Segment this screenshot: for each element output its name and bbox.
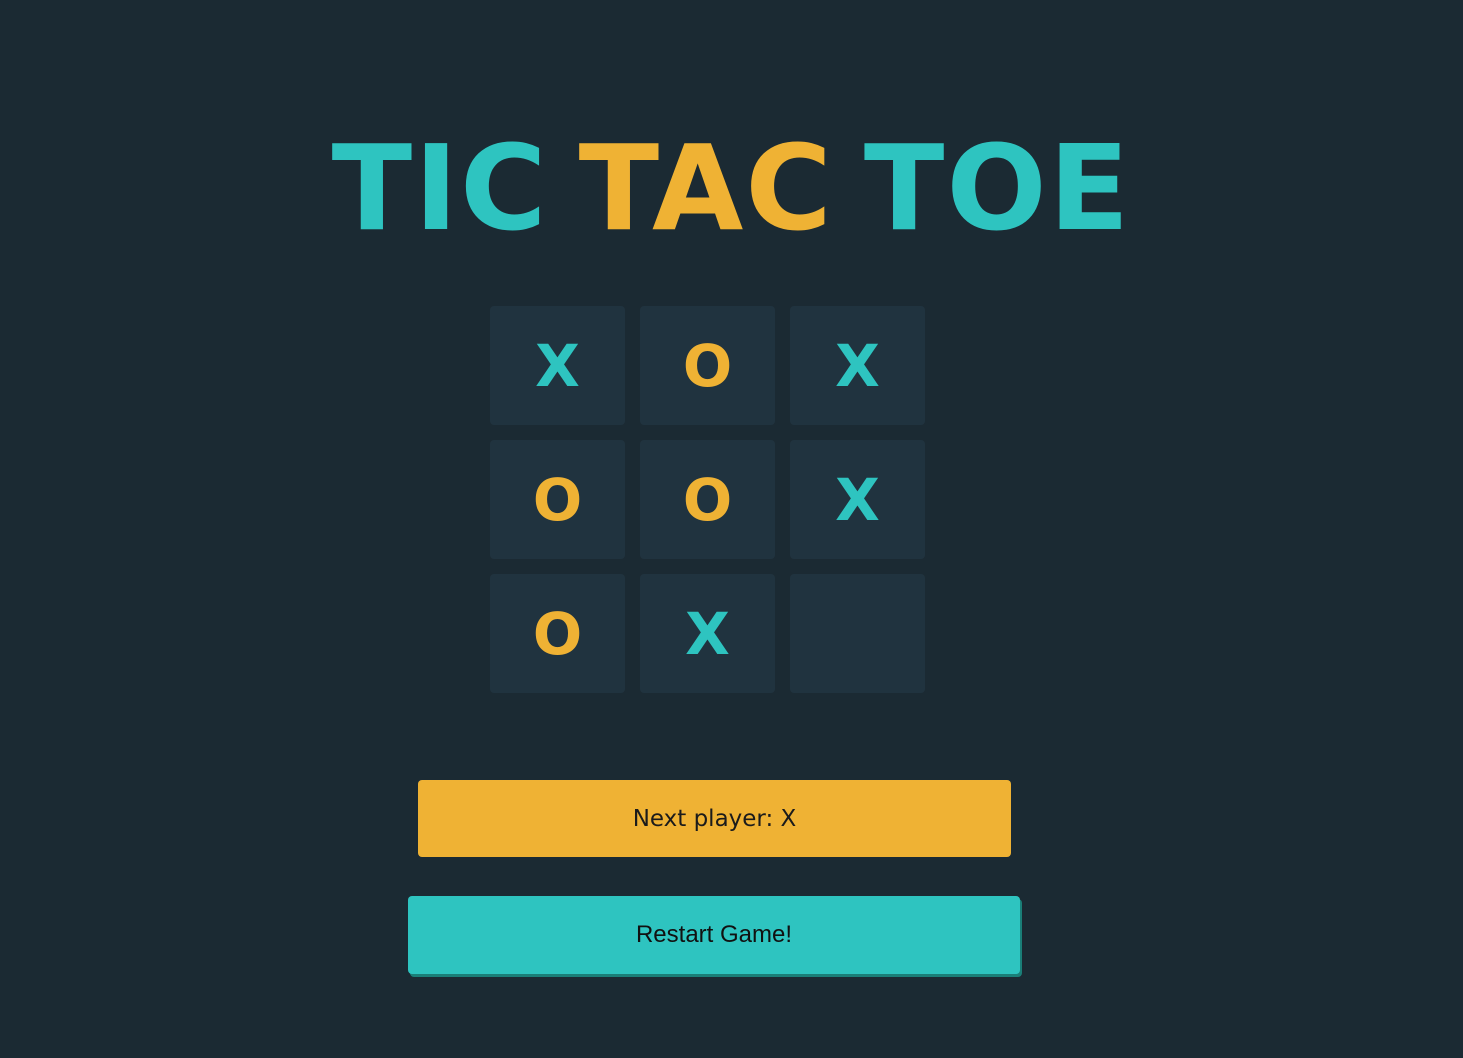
board-cell-4[interactable]: O [490, 440, 625, 559]
restart-game-button[interactable]: Restart Game! [408, 896, 1020, 974]
board-cell-1[interactable]: X [490, 306, 625, 425]
title-word-tac: TAC [578, 119, 834, 258]
board-cell-3[interactable]: X [790, 306, 925, 425]
title-word-tic: TIC [331, 119, 549, 258]
board-cell-2[interactable]: O [640, 306, 775, 425]
game-page: TIC TAC TOE X O X O O X O X Next player: X… [0, 0, 1463, 1058]
board-cell-5[interactable]: O [640, 440, 775, 559]
game-title: TIC TAC TOE [0, 123, 1463, 253]
next-player-status: Next player: X [418, 780, 1011, 857]
board-cell-9[interactable] [790, 574, 925, 693]
board-cell-7[interactable]: O [490, 574, 625, 693]
board-cell-6[interactable]: X [790, 440, 925, 559]
title-word-toe: TOE [863, 119, 1132, 258]
board-cell-8[interactable]: X [640, 574, 775, 693]
game-board: X O X O O X O X [490, 306, 925, 693]
